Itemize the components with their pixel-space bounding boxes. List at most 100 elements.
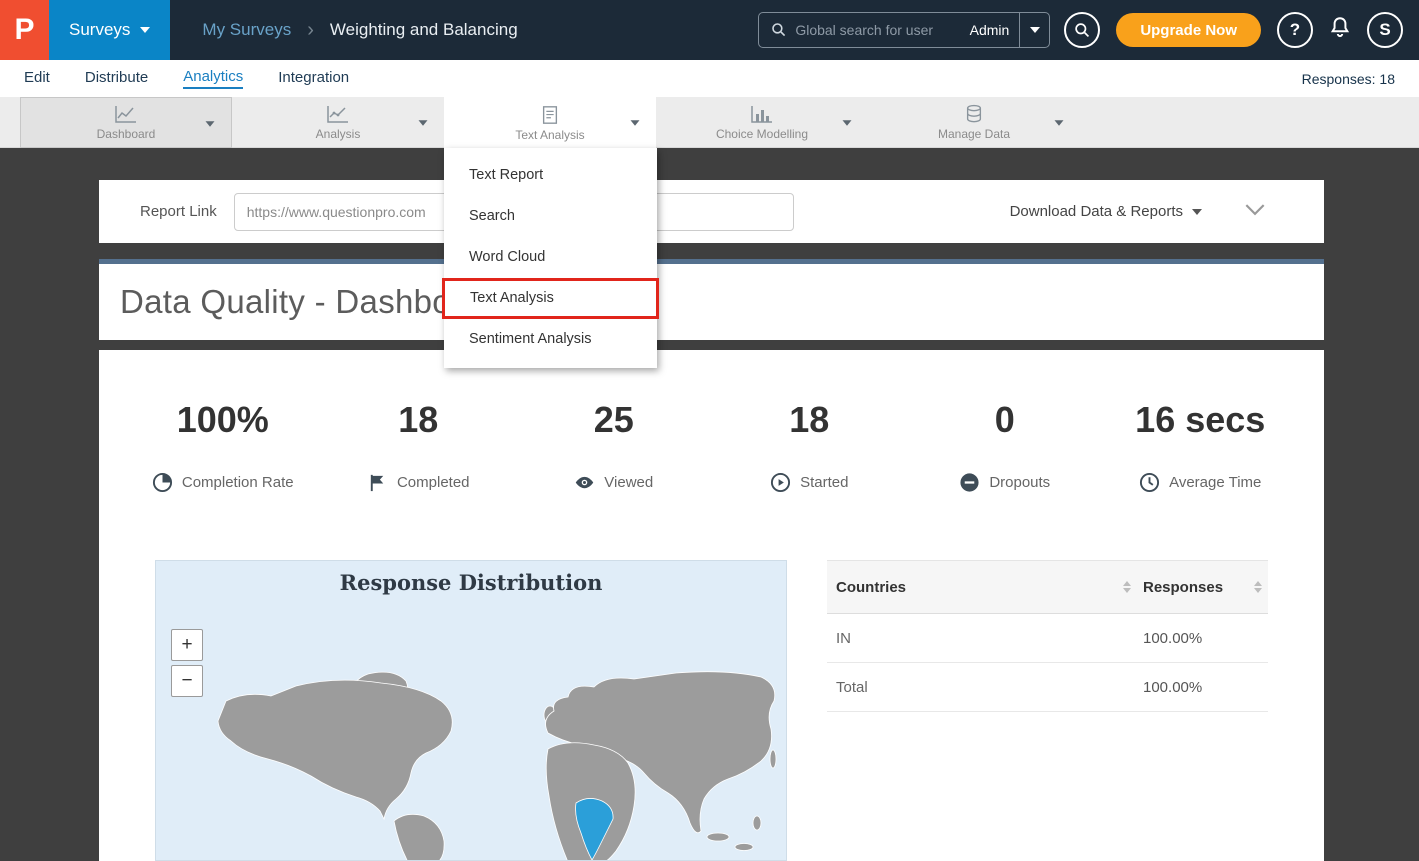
menu-item-text-report[interactable]: Text Report <box>444 155 657 196</box>
toolbar-item-manage-data[interactable]: Manage Data <box>868 97 1080 148</box>
country-code: IN <box>836 630 851 647</box>
sort-icon[interactable] <box>1254 581 1262 593</box>
stat-value: 25 <box>516 398 712 442</box>
toolbar-item-analysis[interactable]: Analysis <box>232 97 444 148</box>
countries-table: Countries Responses IN 100.00% Total 100… <box>827 560 1268 712</box>
app-logo[interactable]: P <box>0 0 49 60</box>
stat-value: 0 <box>907 398 1103 442</box>
bell-icon <box>1327 15 1353 41</box>
toolbar-label-analysis: Analysis <box>316 127 361 141</box>
line-chart-icon <box>114 104 138 124</box>
search-icon <box>771 22 787 38</box>
top-bar: P Surveys My Surveys › Weighting and Bal… <box>0 0 1419 60</box>
toolbar-item-choice-modelling[interactable]: Choice Modelling <box>656 97 868 148</box>
stat-value: 18 <box>321 398 517 442</box>
search-submit-button[interactable] <box>1064 12 1100 48</box>
text-analysis-menu: Text Report Search Word Cloud Text Analy… <box>444 148 657 368</box>
analytics-toolbar: Dashboard Analysis Text Analysis Choice … <box>0 97 1419 148</box>
chevron-down-icon <box>1055 120 1064 125</box>
download-data-reports-label: Download Data & Reports <box>1010 203 1183 220</box>
chevron-down-icon <box>1192 209 1202 215</box>
toolbar-label-dashboard: Dashboard <box>97 127 156 141</box>
menu-item-word-cloud[interactable]: Word Cloud <box>444 237 657 278</box>
search-scope-dropdown[interactable] <box>1019 12 1049 48</box>
country-code: Total <box>836 679 868 696</box>
stat-started: 18 Started <box>712 398 908 493</box>
tab-distribute[interactable]: Distribute <box>85 69 148 88</box>
stat-label: Started <box>800 474 848 491</box>
search-scope-label: Admin <box>960 22 1020 38</box>
chevron-down-icon <box>140 27 150 33</box>
tab-integration[interactable]: Integration <box>278 69 349 88</box>
responses-value: 100.00% <box>1143 630 1202 647</box>
stat-label: Completion Rate <box>182 474 294 491</box>
collapse-panel-button[interactable] <box>1244 203 1266 221</box>
database-icon <box>962 104 986 124</box>
stat-average-time: 16 secs Average Time <box>1103 398 1299 493</box>
world-map[interactable] <box>156 661 787 861</box>
stat-value: 100% <box>125 398 321 442</box>
zoom-in-button[interactable]: + <box>171 629 203 661</box>
toolbar-label-manage-data: Manage Data <box>938 127 1010 141</box>
pie-chart-icon <box>152 472 173 493</box>
stat-label: Viewed <box>604 474 653 491</box>
breadcrumb-my-surveys[interactable]: My Surveys <box>202 20 291 40</box>
toolbar-item-text-analysis[interactable]: Text Analysis <box>444 97 656 149</box>
upgrade-now-button[interactable]: Upgrade Now <box>1116 13 1261 47</box>
chevron-down-icon <box>843 120 852 125</box>
stat-dropouts: 0 Dropouts <box>907 398 1103 493</box>
text-document-icon <box>538 105 562 125</box>
table-row: Total 100.00% <box>827 663 1268 712</box>
help-button[interactable]: ? <box>1277 12 1313 48</box>
breadcrumb-separator-icon: › <box>307 19 314 42</box>
chevron-down-icon <box>1030 27 1040 33</box>
menu-item-search[interactable]: Search <box>444 196 657 237</box>
logo-letter: P <box>14 13 34 47</box>
user-avatar[interactable]: S <box>1367 12 1403 48</box>
chevron-down-icon <box>631 120 640 125</box>
stat-completed: 18 Completed <box>321 398 517 493</box>
sort-icon[interactable] <box>1123 581 1131 593</box>
breadcrumb: My Surveys › Weighting and Balancing <box>202 19 517 42</box>
notifications-button[interactable] <box>1327 15 1353 46</box>
stat-completion-rate: 100% Completion Rate <box>125 398 321 493</box>
avatar-letter: S <box>1379 20 1390 40</box>
report-card-actions: Download Data & Reports <box>1010 203 1324 221</box>
surveys-menu-button[interactable]: Surveys <box>49 0 170 60</box>
toolbar-label-choice-modelling: Choice Modelling <box>716 127 808 141</box>
table-row: IN 100.00% <box>827 614 1268 663</box>
toolbar-item-dashboard[interactable]: Dashboard <box>20 97 232 148</box>
stat-value: 18 <box>712 398 908 442</box>
chevron-down-icon <box>419 120 428 125</box>
clock-icon <box>1139 472 1160 493</box>
responses-count: Responses: 18 <box>1302 71 1395 87</box>
tab-edit[interactable]: Edit <box>24 69 50 88</box>
survey-nav: Edit Distribute Analytics Integration Re… <box>0 60 1419 97</box>
global-search-input[interactable] <box>795 22 959 38</box>
global-search-box[interactable]: Admin <box>758 12 1050 48</box>
topbar-actions: Admin Upgrade Now ? S <box>758 12 1419 48</box>
chevron-down-icon <box>206 121 215 126</box>
help-label: ? <box>1290 20 1300 40</box>
trend-chart-icon <box>326 104 350 124</box>
eye-icon <box>574 472 595 493</box>
upgrade-now-label: Upgrade Now <box>1140 22 1237 39</box>
stat-label: Dropouts <box>989 474 1050 491</box>
surveys-menu-label: Surveys <box>69 20 130 40</box>
stat-label: Average Time <box>1169 474 1261 491</box>
tab-analytics[interactable]: Analytics <box>183 68 243 89</box>
stats-row: 100% Completion Rate 18 Completed 25 Vie… <box>125 398 1298 493</box>
response-distribution-map[interactable]: Response Distribution + − <box>155 560 787 861</box>
download-data-reports-button[interactable]: Download Data & Reports <box>1010 203 1202 220</box>
play-circle-icon <box>770 472 791 493</box>
search-icon <box>1074 22 1091 39</box>
stat-value: 16 secs <box>1103 398 1299 442</box>
toolbar-label-text-analysis: Text Analysis <box>515 128 584 142</box>
menu-item-text-analysis[interactable]: Text Analysis <box>442 278 659 319</box>
menu-item-sentiment-analysis[interactable]: Sentiment Analysis <box>444 319 657 360</box>
bar-chart-icon <box>750 104 774 124</box>
column-header-responses[interactable]: Responses <box>1143 579 1223 596</box>
column-header-countries[interactable]: Countries <box>836 579 906 596</box>
responses-value: 100.00% <box>1143 679 1202 696</box>
chevron-down-icon <box>1244 203 1266 216</box>
